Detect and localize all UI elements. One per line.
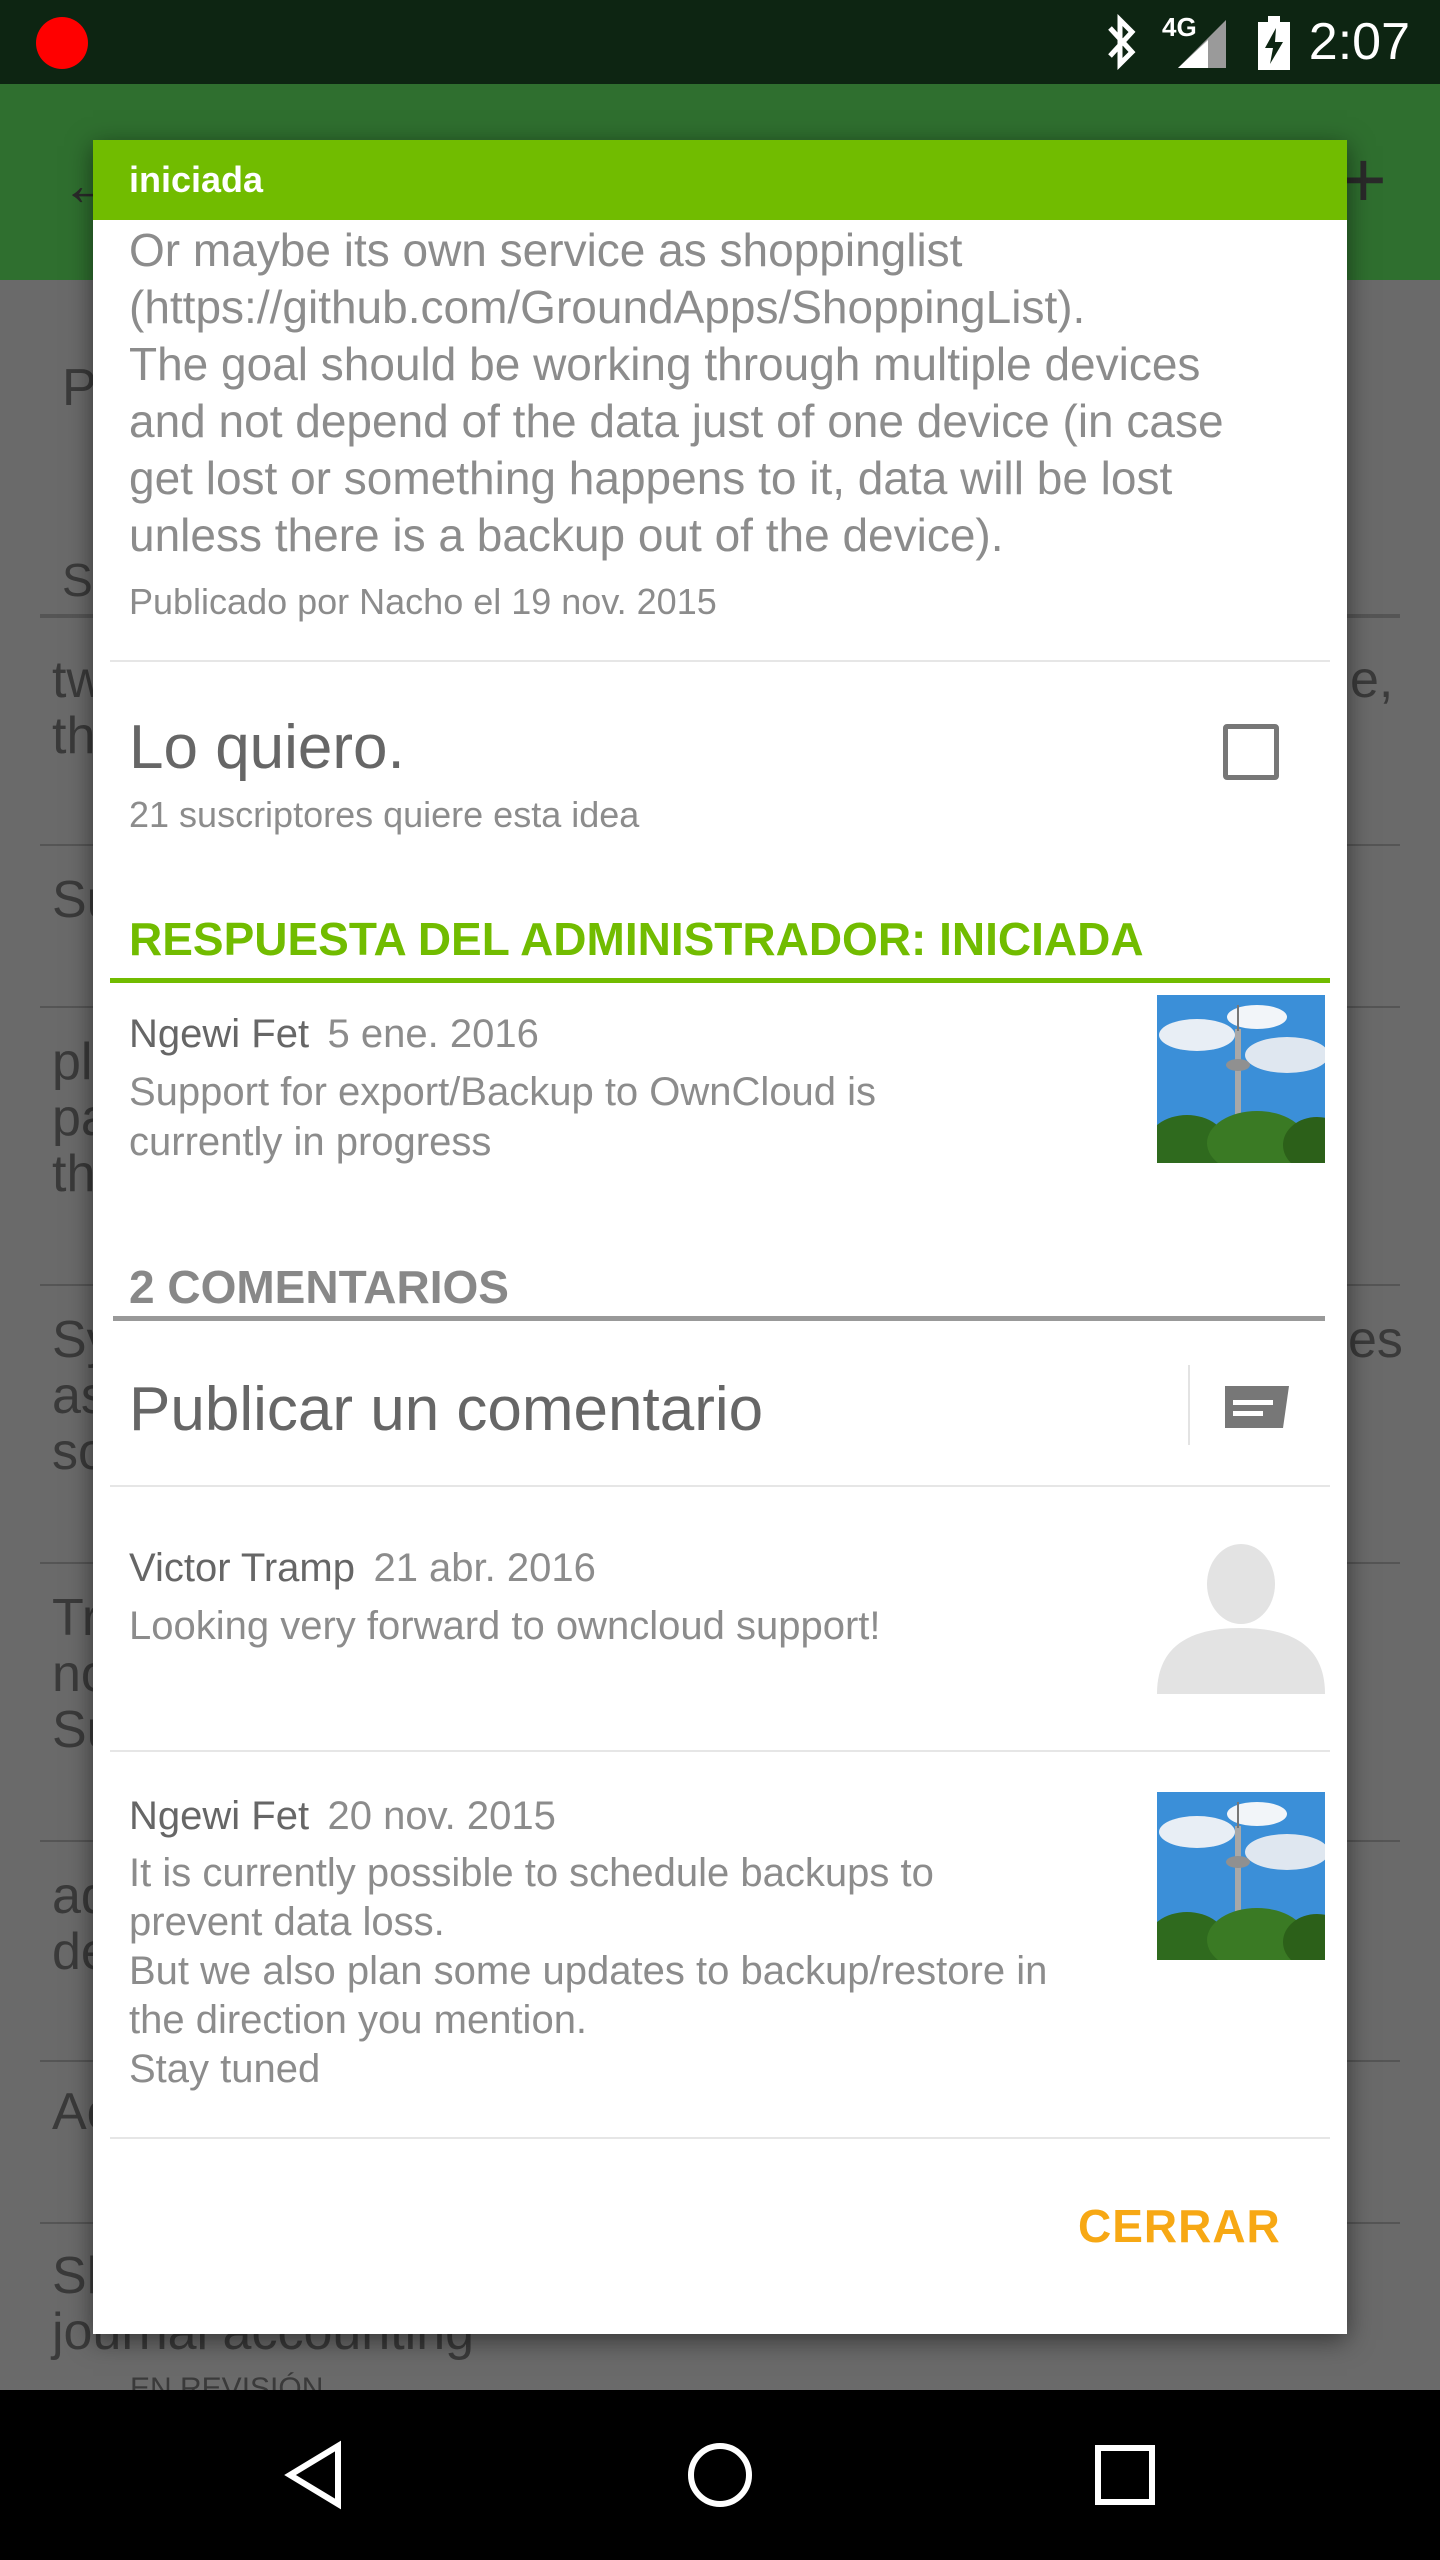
bg-list-fragment: es bbox=[1348, 1311, 1403, 1369]
description-line: Or maybe its own service as shoppinglist bbox=[129, 224, 963, 276]
bg-list-fragment: th bbox=[52, 1145, 96, 1203]
want-checkbox[interactable] bbox=[1223, 724, 1279, 780]
dialog-status-header bbox=[93, 140, 1347, 220]
comment-meta: Ngewi Fet 20 nov. 2015 bbox=[129, 1790, 556, 1842]
admin-response-underline bbox=[110, 978, 1330, 983]
want-title: Lo quiero. bbox=[129, 713, 405, 782]
dialog-status-title: iniciada bbox=[129, 159, 264, 200]
post-comment-button[interactable]: Publicar un comentario bbox=[129, 1372, 763, 1448]
admin-response-line: Support for export/Backup to OwnCloud is bbox=[129, 1070, 877, 1114]
admin-response-heading: RESPUESTA DEL ADMINISTRADOR: INICIADA bbox=[129, 913, 1144, 965]
comment-author: Ngewi Fet bbox=[129, 1794, 310, 1838]
subscribers-count: 21 suscriptores quiere esta idea bbox=[129, 794, 640, 835]
admin-response-meta: Ngewi Fet 5 ene. 2016 bbox=[129, 1008, 539, 1060]
description-line: The goal should be working through multi… bbox=[129, 338, 1201, 390]
comment-text: But we also plan some updates to backup/… bbox=[129, 1949, 1048, 1993]
admin-response-line: currently in progress bbox=[129, 1120, 492, 1164]
description-line: (https://github.com/GroundApps/ShoppingL… bbox=[129, 281, 1086, 333]
comment-date: 21 abr. 2016 bbox=[373, 1546, 596, 1590]
bg-list-fragment: th bbox=[52, 707, 96, 765]
admin-date: 5 ene. 2016 bbox=[327, 1012, 539, 1056]
bg-list-fragment: e, bbox=[1350, 651, 1394, 709]
bg-list-fragment: pl bbox=[52, 1033, 93, 1091]
signal-icon bbox=[1174, 18, 1230, 75]
comment-text: prevent data loss. bbox=[129, 1900, 445, 1944]
divider bbox=[110, 1485, 1330, 1487]
close-button[interactable]: CERRAR bbox=[1078, 2197, 1281, 2255]
comment-date: 20 nov. 2015 bbox=[327, 1794, 556, 1838]
bg-page-title: P bbox=[62, 359, 97, 417]
status-time: 2:07 bbox=[1308, 13, 1410, 71]
comment-author: Victor Tramp bbox=[129, 1546, 355, 1590]
tower-photo-avatar bbox=[1157, 995, 1325, 1163]
divider bbox=[110, 2137, 1330, 2139]
description-line: unless there is a backup out of the devi… bbox=[129, 509, 1004, 561]
comment-text: Looking very forward to owncloud support… bbox=[129, 1604, 881, 1648]
tower-photo-avatar bbox=[1157, 1792, 1325, 1960]
comments-underline bbox=[113, 1316, 1325, 1321]
comment-text: the direction you mention. bbox=[129, 1998, 588, 2042]
back-triangle-icon[interactable] bbox=[282, 2440, 352, 2510]
comment-text: It is currently possible to schedule bac… bbox=[129, 1851, 934, 1895]
record-dot-icon bbox=[36, 17, 88, 69]
divider bbox=[110, 660, 1330, 662]
battery-charging-icon bbox=[1256, 16, 1292, 77]
idea-detail-dialog: iniciada Or maybe its own service as sho… bbox=[93, 140, 1347, 2334]
bluetooth-icon bbox=[1104, 13, 1140, 84]
description-line: get lost or something happens to it, dat… bbox=[129, 452, 1173, 504]
recents-square-icon[interactable] bbox=[1090, 2440, 1160, 2510]
default-person-avatar bbox=[1157, 1526, 1325, 1694]
post-comment-separator bbox=[1188, 1365, 1190, 1445]
admin-author: Ngewi Fet bbox=[129, 1012, 310, 1056]
comment-bubble-icon[interactable] bbox=[1223, 1384, 1291, 1432]
bg-tab-label: S bbox=[62, 554, 93, 606]
description-line: and not depend of the data just of one d… bbox=[129, 395, 1224, 447]
divider bbox=[110, 1750, 1330, 1752]
add-icon[interactable]: + bbox=[1340, 140, 1387, 220]
published-by: Publicado por Nacho el 19 nov. 2015 bbox=[129, 581, 717, 622]
comment-text: Stay tuned bbox=[129, 2047, 321, 2091]
home-circle-icon[interactable] bbox=[685, 2440, 755, 2510]
comment-meta: Victor Tramp 21 abr. 2016 bbox=[129, 1542, 596, 1594]
comments-heading: 2 COMENTARIOS bbox=[129, 1261, 509, 1313]
